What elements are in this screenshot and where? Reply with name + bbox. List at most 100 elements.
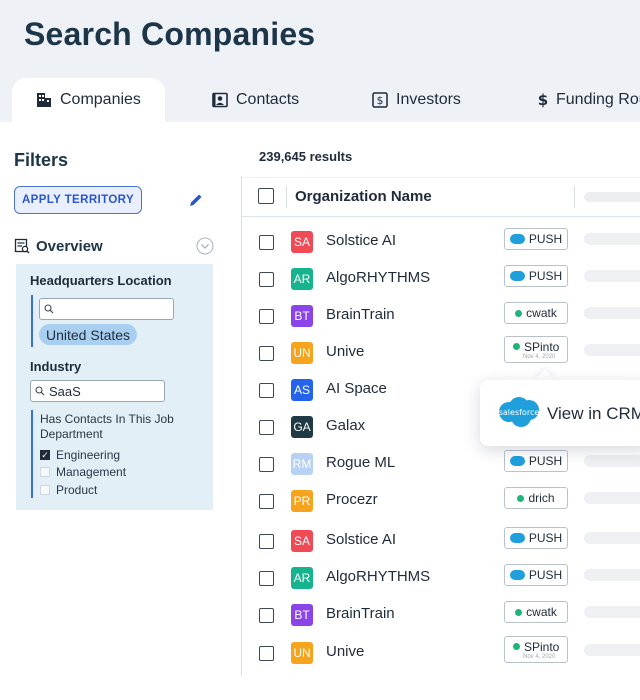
row-checkbox[interactable] <box>259 608 274 623</box>
select-all-checkbox[interactable] <box>258 188 274 204</box>
cell-placeholder <box>584 455 640 467</box>
table-header: Organization Name <box>242 177 640 217</box>
checkbox[interactable] <box>40 467 50 477</box>
table-row[interactable]: UN Unive SPinto Nov 4, 2020 <box>242 636 640 673</box>
row-checkbox[interactable] <box>259 457 274 472</box>
row-checkbox[interactable] <box>259 272 274 287</box>
crm-owner-badge[interactable]: cwatk <box>504 302 568 324</box>
checkbox-checked-icon[interactable]: ✓ <box>40 450 50 460</box>
building-icon <box>36 92 52 108</box>
company-logo: AS <box>291 379 313 401</box>
company-name[interactable]: AlgoRHYTHMS <box>326 269 430 286</box>
industry-value: SaaS <box>49 383 81 399</box>
company-logo: PR <box>291 490 313 512</box>
table-row[interactable]: RM Rogue ML PUSH <box>242 447 640 484</box>
company-name[interactable]: Unive <box>326 343 364 360</box>
table-row[interactable]: BT BrainTrain cwatk <box>242 598 640 635</box>
checkbox[interactable] <box>40 485 50 495</box>
tab-label: Investors <box>396 91 461 108</box>
badge-label: cwatk <box>526 605 557 619</box>
tab-companies[interactable]: Companies <box>12 78 165 122</box>
company-name[interactable]: Unive <box>326 643 364 660</box>
company-name[interactable]: AI Space <box>326 380 387 397</box>
cell-placeholder <box>584 606 640 618</box>
view-in-crm-label: View in CRM <box>547 404 640 423</box>
hq-search-input[interactable] <box>39 298 174 320</box>
company-name[interactable]: Solstice AI <box>326 531 396 548</box>
tab-label: Companies <box>60 91 141 108</box>
crm-owner-badge[interactable]: SPinto Nov 4, 2020 <box>504 636 568 663</box>
row-checkbox[interactable] <box>259 383 274 398</box>
row-checkbox[interactable] <box>259 235 274 250</box>
tab-contacts[interactable]: Contacts <box>212 78 299 122</box>
badge-date: Nov 4, 2020 <box>523 653 556 660</box>
row-checkbox[interactable] <box>259 346 274 361</box>
chevron-down-icon[interactable] <box>196 237 214 255</box>
table-row[interactable]: BT BrainTrain cwatk <box>242 299 640 336</box>
company-name[interactable]: BrainTrain <box>326 306 395 323</box>
crm-push-badge[interactable]: PUSH <box>504 564 568 586</box>
apply-territory-button[interactable]: APPLY TERRITORY <box>14 186 142 214</box>
dollar-box-icon: $ <box>372 92 388 108</box>
company-name[interactable]: Solstice AI <box>326 232 396 249</box>
column-header-placeholder <box>584 192 640 202</box>
table-row[interactable]: AR AlgoRHYTHMS PUSH <box>242 262 640 299</box>
badge-label: cwatk <box>526 306 557 320</box>
results-count: 239,645 results <box>259 149 353 164</box>
cell-placeholder <box>584 307 640 319</box>
company-name[interactable]: Galax <box>326 417 365 434</box>
cell-placeholder <box>584 569 640 581</box>
location-chip[interactable]: United States <box>39 324 138 345</box>
table-row[interactable]: UN Unive SPinto Nov 4, 2020 <box>242 336 640 373</box>
row-checkbox[interactable] <box>259 534 274 549</box>
dept-option-management[interactable]: Management <box>40 465 126 479</box>
row-checkbox[interactable] <box>259 309 274 324</box>
badge-line: SPinto <box>513 340 559 354</box>
row-checkbox[interactable] <box>259 646 274 661</box>
badge-label: PUSH <box>528 232 563 246</box>
tab-investors[interactable]: $ Investors <box>372 78 461 122</box>
search-icon <box>44 304 54 314</box>
status-dot-icon <box>513 343 520 350</box>
table-row[interactable]: AR AlgoRHYTHMS PUSH <box>242 561 640 598</box>
dept-option-label: Engineering <box>56 448 121 462</box>
company-name[interactable]: AlgoRHYTHMS <box>326 568 430 585</box>
company-logo: SA <box>291 530 313 552</box>
status-dot-icon <box>513 643 520 650</box>
tab-funding-rounds[interactable]: $ Funding Rou <box>538 78 640 122</box>
badge-line: SPinto <box>513 640 559 654</box>
svg-text:salesforce: salesforce <box>499 408 540 417</box>
status-dot-icon <box>515 608 523 616</box>
status-dot-icon <box>515 309 523 317</box>
crm-owner-badge[interactable]: cwatk <box>504 601 568 623</box>
crm-push-badge[interactable]: PUSH <box>504 527 568 549</box>
crm-owner-badge[interactable]: drich <box>504 487 568 509</box>
hq-indent-bar <box>31 295 33 347</box>
dept-option-engineering[interactable]: ✓ Engineering <box>40 448 120 462</box>
table-row[interactable]: SA Solstice AI PUSH <box>242 524 640 561</box>
row-checkbox[interactable] <box>259 420 274 435</box>
industry-input[interactable]: SaaS <box>30 380 165 402</box>
salesforce-icon <box>509 271 525 281</box>
company-name[interactable]: Rogue ML <box>326 454 395 471</box>
row-checkbox[interactable] <box>259 571 274 586</box>
company-logo: RM <box>291 453 313 475</box>
column-header-org-name[interactable]: Organization Name <box>295 188 432 205</box>
view-in-crm-popover[interactable]: salesforce View in CRM <box>480 380 640 446</box>
crm-owner-badge[interactable]: SPinto Nov 4, 2020 <box>504 336 568 363</box>
cell-placeholder <box>584 492 640 504</box>
dept-option-product[interactable]: Product <box>40 483 97 497</box>
table-row[interactable]: SA Solstice AI PUSH <box>242 225 640 262</box>
company-name[interactable]: Procezr <box>326 491 378 508</box>
table-row[interactable]: PR Procezr drich <box>242 484 640 521</box>
salesforce-icon <box>509 234 525 244</box>
company-name[interactable]: BrainTrain <box>326 605 395 622</box>
row-checkbox[interactable] <box>259 494 274 509</box>
crm-push-badge[interactable]: PUSH <box>504 265 568 287</box>
crm-push-badge[interactable]: PUSH <box>504 228 568 250</box>
pencil-icon[interactable] <box>188 192 204 208</box>
overview-section-header[interactable]: Overview <box>14 236 214 256</box>
crm-push-badge[interactable]: PUSH <box>504 450 568 472</box>
hq-location-label: Headquarters Location <box>30 273 172 288</box>
badge-label: PUSH <box>528 568 563 582</box>
